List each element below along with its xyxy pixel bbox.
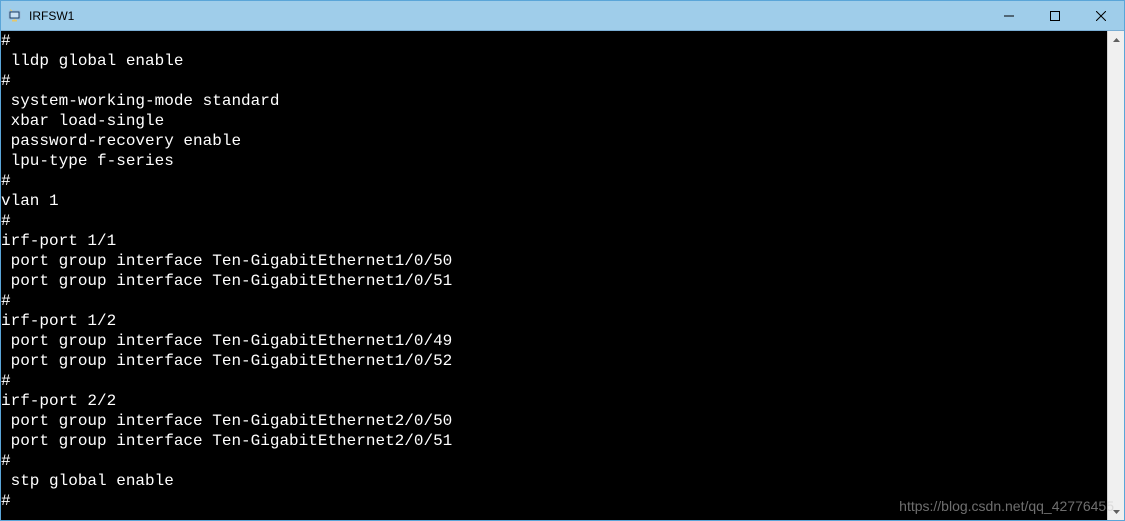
close-button[interactable] xyxy=(1078,1,1124,30)
putty-icon xyxy=(7,8,23,24)
terminal-line: irf-port 1/1 xyxy=(1,231,1107,251)
terminal-line: # xyxy=(1,291,1107,311)
window-controls xyxy=(986,1,1124,30)
terminal-line: # xyxy=(1,171,1107,191)
terminal-line: # xyxy=(1,71,1107,91)
scroll-track[interactable] xyxy=(1108,48,1124,503)
terminal-line: port group interface Ten-GigabitEthernet… xyxy=(1,251,1107,271)
terminal-line: # xyxy=(1,451,1107,471)
putty-window: IRFSW1 # lldp global enable# system-work… xyxy=(0,0,1125,521)
titlebar-left: IRFSW1 xyxy=(1,8,74,24)
terminal-line: system-working-mode standard xyxy=(1,91,1107,111)
terminal-line: irf-port 2/2 xyxy=(1,391,1107,411)
terminal-line: lldp global enable xyxy=(1,51,1107,71)
titlebar[interactable]: IRFSW1 xyxy=(1,1,1124,31)
terminal-line: vlan 1 xyxy=(1,191,1107,211)
terminal-line: port group interface Ten-GigabitEthernet… xyxy=(1,431,1107,451)
terminal-line: lpu-type f-series xyxy=(1,151,1107,171)
scroll-down-arrow-icon[interactable] xyxy=(1108,503,1124,520)
terminal-output[interactable]: # lldp global enable# system-working-mod… xyxy=(1,31,1107,520)
terminal-line: password-recovery enable xyxy=(1,131,1107,151)
scroll-up-arrow-icon[interactable] xyxy=(1108,31,1124,48)
terminal-line: # xyxy=(1,491,1107,511)
terminal-line: # xyxy=(1,371,1107,391)
content-area: # lldp global enable# system-working-mod… xyxy=(1,31,1124,520)
terminal-line: irf-port 1/2 xyxy=(1,311,1107,331)
maximize-button[interactable] xyxy=(1032,1,1078,30)
terminal-line: xbar load-single xyxy=(1,111,1107,131)
window-title: IRFSW1 xyxy=(29,9,74,23)
terminal-line: stp global enable xyxy=(1,471,1107,491)
terminal-line: # xyxy=(1,31,1107,51)
minimize-button[interactable] xyxy=(986,1,1032,30)
terminal-line: port group interface Ten-GigabitEthernet… xyxy=(1,351,1107,371)
terminal-line: # xyxy=(1,211,1107,231)
terminal-line: port group interface Ten-GigabitEthernet… xyxy=(1,411,1107,431)
terminal-line: port group interface Ten-GigabitEthernet… xyxy=(1,271,1107,291)
vertical-scrollbar[interactable] xyxy=(1107,31,1124,520)
terminal-line: port group interface Ten-GigabitEthernet… xyxy=(1,331,1107,351)
